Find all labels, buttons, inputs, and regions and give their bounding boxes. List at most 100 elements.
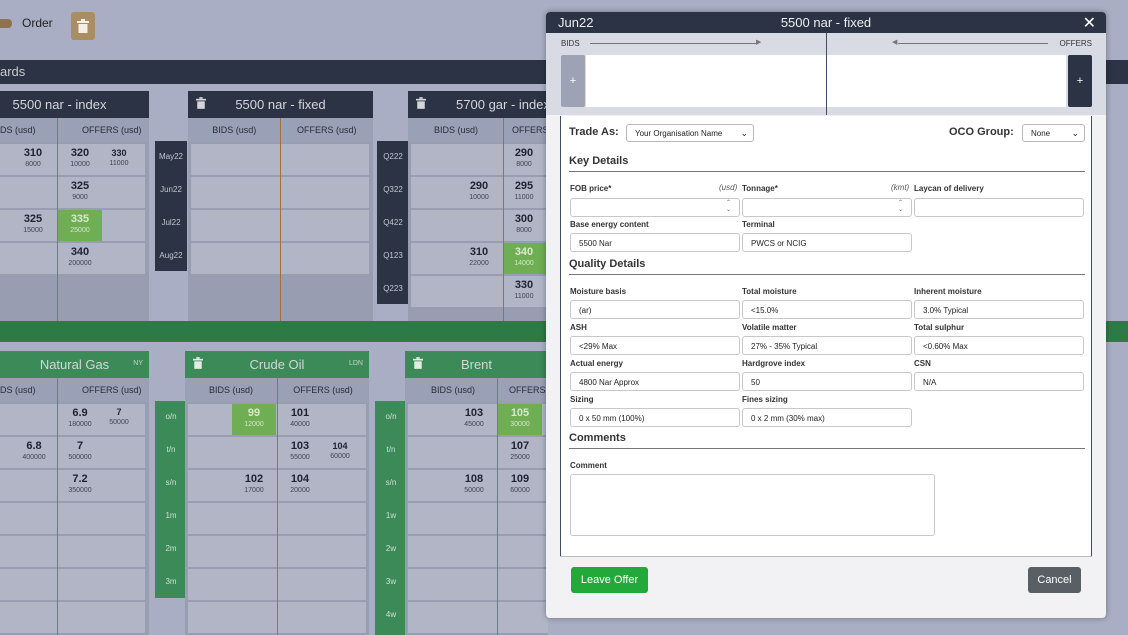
actual-energy-value: 4800 Nar Approx (579, 378, 640, 387)
offer-cell[interactable]: 330 11000 (507, 279, 541, 301)
spinner-icon[interactable]: ⌃ ⌄ (726, 200, 731, 214)
offer-cell[interactable]: 7 500000 (62, 440, 98, 462)
add-offer-button[interactable]: + (1068, 55, 1092, 107)
offer-cell[interactable]: 300 8000 (507, 214, 541, 235)
offer-cell[interactable]: 104 20000 (283, 474, 317, 495)
offer-cell[interactable]: 330 11000 (103, 149, 135, 168)
actual-energy-label: Actual energy (570, 359, 623, 368)
actual-energy-input[interactable]: 4800 Nar Approx (570, 372, 740, 391)
bid-price: 108 (464, 473, 484, 485)
add-bid-button[interactable]: + (561, 55, 585, 107)
offer-qty: 14000 (514, 260, 534, 267)
table-row[interactable] (408, 602, 548, 633)
trash-icon[interactable] (196, 97, 206, 112)
total-sulphur-input[interactable]: <0.60% Max (914, 336, 1084, 355)
table-row[interactable] (0, 503, 145, 534)
offer-price: 107 (510, 440, 530, 452)
table-row[interactable] (408, 503, 548, 534)
offer-cell[interactable]: 290 8000 (507, 148, 541, 169)
bid-cell[interactable]: 310 8000 (18, 147, 48, 169)
offer-cell[interactable]: 107 25000 (503, 440, 537, 462)
close-icon[interactable]: ✕ (1083, 13, 1096, 33)
offer-cell[interactable]: 320 10000 (63, 148, 97, 169)
offer-cell[interactable]: 7 50000 (103, 407, 135, 427)
order-modal: Jun22 5500 nar - fixed ✕ BIDS ▶ ◀ OFFERS… (546, 12, 1106, 618)
tonnage-label: Tonnage* (742, 184, 778, 193)
fines-sizing-value: 0 x 2 mm (30% max) (751, 414, 825, 423)
table-row[interactable] (0, 569, 145, 600)
offers-header: OFFERS (512, 125, 549, 135)
offer-cell[interactable]: 340 200000 (63, 247, 97, 268)
offer-cell[interactable]: 101 40000 (283, 408, 317, 429)
spread-line (277, 378, 278, 635)
bid-cell[interactable]: 325 15000 (18, 214, 48, 235)
highlighted-offer[interactable]: 105 30000 (498, 404, 542, 435)
bid-cell[interactable]: 102 17000 (237, 474, 271, 495)
table-row[interactable] (408, 536, 548, 567)
bid-cell[interactable]: 6.8 400000 (16, 440, 52, 462)
table-row[interactable] (0, 536, 145, 567)
offer-cell[interactable]: 109 60000 (503, 474, 537, 495)
offer-price: 7 (116, 407, 122, 417)
total-moisture-input[interactable]: <15.0% (742, 300, 912, 319)
oco-group-select[interactable]: None ⌄ (1022, 124, 1085, 142)
offer-cell[interactable]: 103 55000 (283, 441, 317, 462)
volatile-matter-input[interactable]: 27% - 35% Typical (742, 336, 912, 355)
trash-icon[interactable] (416, 97, 426, 112)
period-label: May22 (158, 152, 183, 161)
fob-price-input[interactable]: ⌃ ⌄ (570, 198, 740, 217)
cancel-button[interactable]: Cancel (1028, 567, 1081, 593)
base-energy-value: 5500 Nar (579, 239, 612, 248)
hardgrove-value: 50 (751, 378, 760, 387)
bid-cell[interactable]: 290 10000 (462, 181, 496, 202)
terminal-input[interactable]: PWCS or NCIG (742, 233, 912, 252)
offer-cell[interactable]: 295 11000 (507, 181, 541, 202)
offer-cell[interactable]: 7.2 350000 (62, 474, 98, 495)
arrow-left-icon (898, 43, 1048, 44)
csn-label: CSN (914, 359, 931, 368)
trade-as-select[interactable]: Your Organisation Name ⌄ (626, 124, 754, 142)
bid-price: 6.8 (26, 440, 42, 452)
csn-input[interactable]: N/A (914, 372, 1084, 391)
trash-icon[interactable] (193, 357, 203, 372)
period-label: Q123 (383, 251, 403, 260)
ash-input[interactable]: <29% Max (570, 336, 740, 355)
sizing-input[interactable]: 0 x 50 mm (100%) (570, 408, 740, 427)
board-title-text: Brent (460, 357, 493, 372)
comment-textarea[interactable] (570, 474, 935, 536)
offer-price: 7 (76, 440, 84, 452)
base-energy-input[interactable]: 5500 Nar (570, 233, 740, 252)
table-row[interactable] (0, 602, 145, 633)
inherent-moisture-input[interactable]: 3.0% Typical (914, 300, 1084, 319)
spinner-icon[interactable]: ⌃ ⌄ (898, 200, 903, 214)
table-row[interactable] (408, 569, 548, 600)
bid-cell[interactable]: 310 22000 (462, 247, 496, 268)
offer-cell[interactable]: 104 60000 (324, 442, 356, 461)
offer-price: 330 (514, 279, 534, 291)
offer-qty: 11000 (514, 194, 534, 201)
highlighted-offer[interactable]: 340 14000 (504, 243, 548, 274)
fines-sizing-input[interactable]: 0 x 2 mm (30% max) (742, 408, 912, 427)
bid-cell[interactable]: 103 45000 (457, 408, 491, 429)
offer-cell[interactable]: 6.9 180000 (63, 408, 97, 429)
delete-all-button[interactable] (71, 12, 95, 40)
bid-cell[interactable]: 108 50000 (457, 473, 491, 495)
highlighted-bid[interactable]: 99 12000 (232, 404, 276, 435)
bid-price: 310 (23, 147, 43, 159)
tonnage-input[interactable]: ⌃ ⌄ (742, 198, 912, 217)
highlighted-offer[interactable]: 335 25000 (58, 210, 102, 241)
terminal-label: Terminal (742, 220, 775, 229)
leave-offer-button[interactable]: Leave Offer (571, 567, 648, 593)
hardgrove-input[interactable]: 50 (742, 372, 912, 391)
offer-cell[interactable]: 325 9000 (63, 181, 97, 202)
moisture-basis-input[interactable]: (ar) (570, 300, 740, 319)
fob-price-label: FOB price* (570, 184, 612, 193)
laycan-input[interactable] (914, 198, 1084, 217)
order-toggle[interactable]: Order (0, 16, 53, 30)
trash-icon[interactable] (413, 357, 423, 372)
inherent-moisture-value: 3.0% Typical (923, 306, 969, 315)
offer-price: 335 (70, 213, 90, 225)
total-sulphur-label: Total sulphur (914, 323, 965, 332)
bid-qty: 45000 (464, 421, 484, 428)
period-column: o/n t/n s/n 1w 2w 3w 4w (375, 401, 407, 635)
